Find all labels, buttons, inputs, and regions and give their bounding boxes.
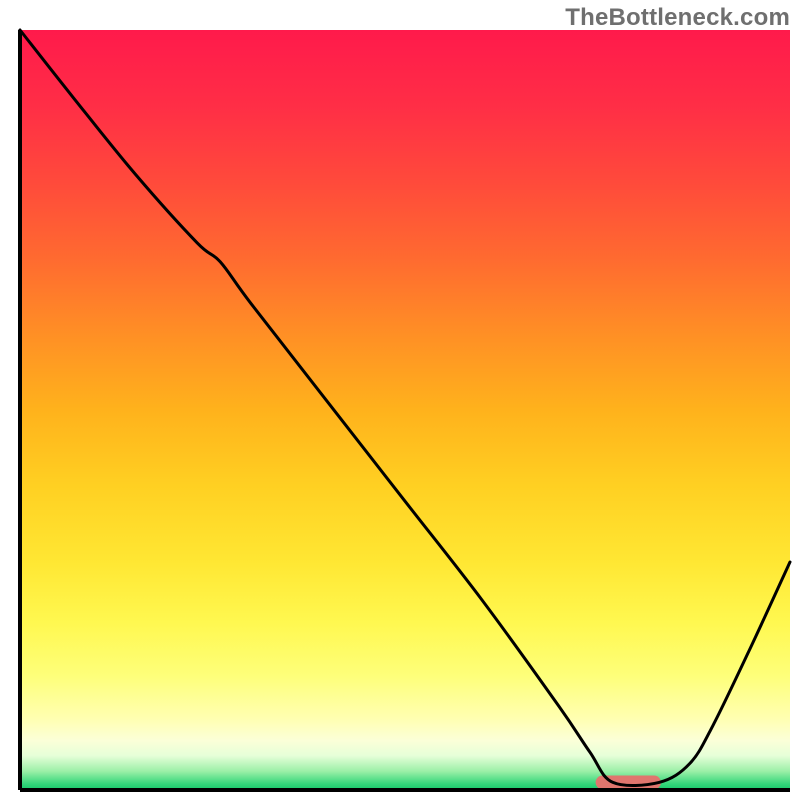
chart-container: TheBottleneck.com: [0, 0, 800, 800]
gradient-background: [20, 30, 790, 790]
bottleneck-chart: [0, 0, 800, 800]
